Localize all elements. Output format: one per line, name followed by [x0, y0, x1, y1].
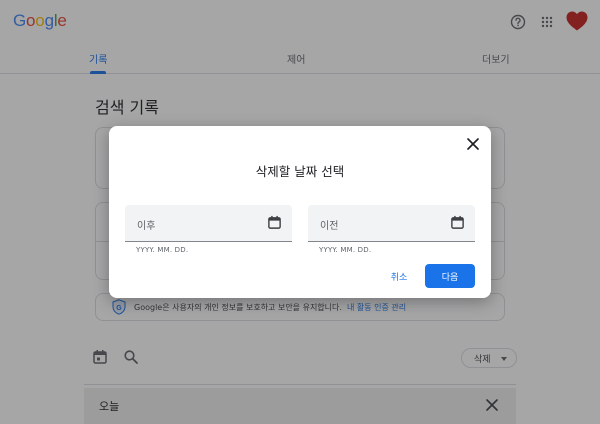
- calendar-icon[interactable]: [450, 215, 465, 230]
- calendar-icon[interactable]: [267, 215, 282, 230]
- before-date-format-hint: YYYY. MM. DD.: [319, 246, 372, 254]
- after-date-placeholder: 이후: [137, 221, 156, 232]
- after-date-field[interactable]: 이후: [125, 205, 292, 242]
- cancel-button[interactable]: 취소: [381, 264, 417, 288]
- before-date-field[interactable]: 이전: [308, 205, 475, 242]
- next-button[interactable]: 다음: [425, 264, 475, 288]
- date-range-dialog: 삭제할 날짜 선택 이후 YYYY. MM. DD. 이전 YYYY. MM. …: [109, 126, 491, 298]
- close-icon[interactable]: [465, 136, 481, 152]
- dialog-title: 삭제할 날짜 선택: [255, 164, 345, 179]
- after-date-format-hint: YYYY. MM. DD.: [136, 246, 189, 254]
- before-date-placeholder: 이전: [320, 221, 339, 232]
